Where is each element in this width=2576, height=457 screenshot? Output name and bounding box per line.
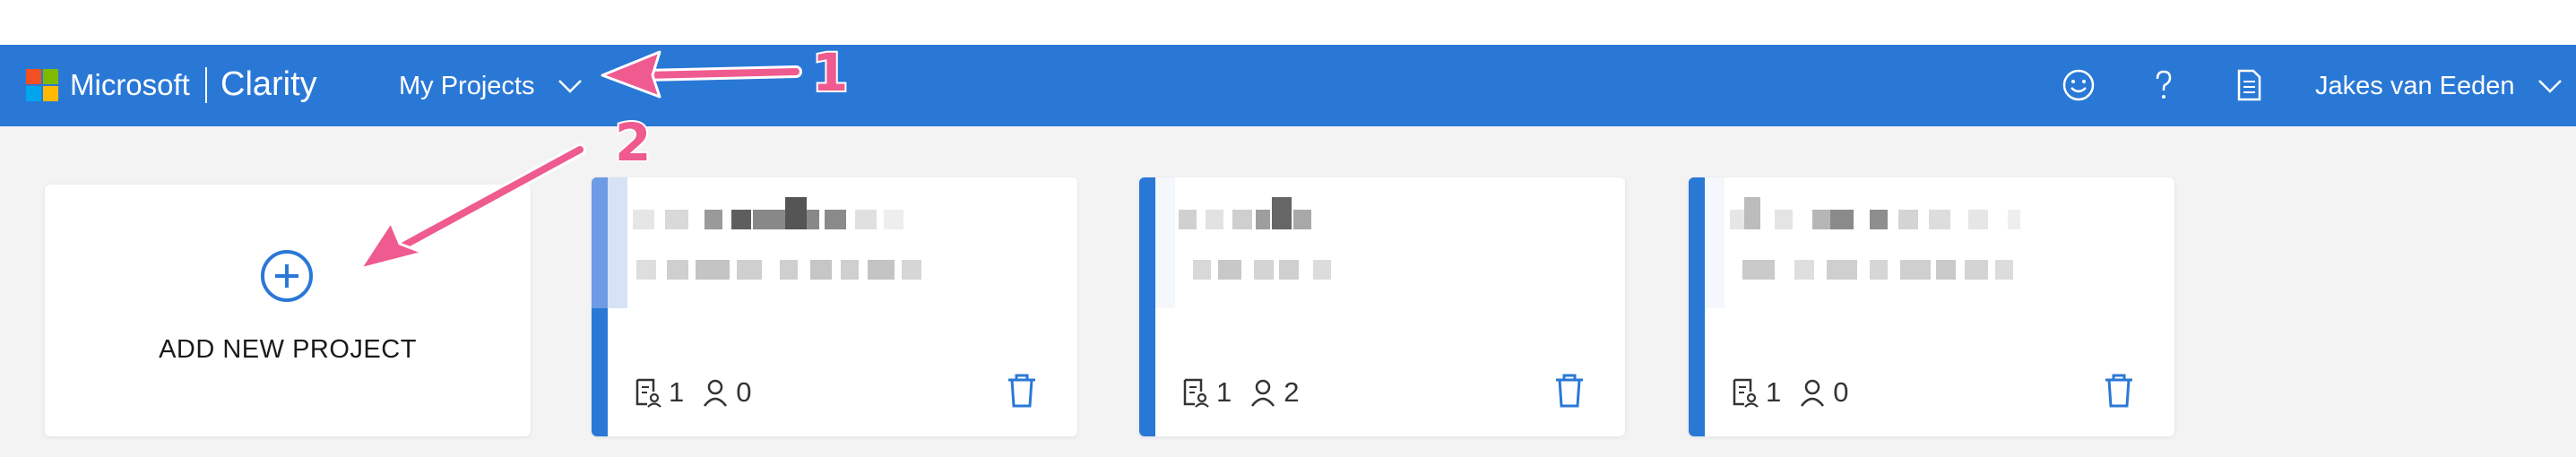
brand-microsoft: Microsoft <box>70 68 190 101</box>
project-card[interactable]: 1 2 <box>1139 177 1625 436</box>
document-icon[interactable] <box>2231 67 2267 103</box>
microsoft-logo-icon <box>26 69 58 101</box>
top-nav-bar: Microsoft Clarity My Projects Jakes van … <box>0 45 2576 126</box>
redacted-name-row <box>633 197 973 229</box>
project-card[interactable]: 1 0 <box>1689 177 2174 436</box>
redacted-url-row <box>636 260 995 280</box>
members-icon <box>1251 379 1275 407</box>
project-name-redacted <box>1175 177 1625 308</box>
recordings-count: 1 <box>1216 376 1232 408</box>
project-stats: 1 2 <box>1182 375 1318 410</box>
redacted-url-row <box>1742 260 2083 280</box>
trash-icon[interactable] <box>1553 373 1586 409</box>
help-icon[interactable] <box>2146 67 2182 103</box>
trash-icon[interactable] <box>2103 373 2135 409</box>
project-stats: 1 0 <box>635 375 770 410</box>
trash-icon[interactable] <box>1006 373 1038 409</box>
redacted-name-row <box>1179 197 1358 229</box>
recordings-icon <box>635 378 661 408</box>
redacted-url-row <box>1193 260 1372 280</box>
add-new-project-card[interactable]: ADD NEW PROJECT <box>45 185 531 436</box>
plus-circle-icon <box>261 250 313 302</box>
members-count: 0 <box>1833 376 1849 408</box>
user-account-menu[interactable]: Jakes van Eeden <box>2315 70 2563 102</box>
chevron-down-icon <box>558 80 583 93</box>
recordings-count: 1 <box>1766 376 1782 408</box>
my-projects-menu[interactable]: My Projects <box>399 70 583 102</box>
project-card[interactable]: 1 0 <box>592 177 1077 436</box>
members-count: 0 <box>736 376 752 408</box>
brand-clarity[interactable]: Clarity <box>220 65 317 104</box>
add-new-project-label: ADD NEW PROJECT <box>159 335 417 364</box>
project-name-redacted <box>1725 177 2174 308</box>
redacted-name-row <box>1730 197 2053 229</box>
feedback-smiley-icon[interactable] <box>2061 67 2096 103</box>
my-projects-label: My Projects <box>399 72 535 100</box>
top-whitespace <box>0 0 2576 45</box>
annotation-label-2: 2 <box>613 112 653 173</box>
brand-divider <box>205 67 207 103</box>
recordings-icon <box>1733 378 1759 408</box>
members-icon <box>704 379 728 407</box>
project-stats: 1 0 <box>1732 375 1867 410</box>
card-accent-highlight <box>592 177 627 308</box>
recordings-count: 1 <box>669 376 685 408</box>
card-accent-highlight <box>1689 177 1725 308</box>
user-name: Jakes van Eeden <box>2315 72 2515 100</box>
annotation-label-1: 1 <box>810 42 850 103</box>
card-accent-highlight <box>1139 177 1175 308</box>
chevron-down-icon <box>2538 80 2563 93</box>
members-icon <box>1801 379 1825 407</box>
members-count: 2 <box>1284 376 1300 408</box>
project-name-redacted <box>627 177 1077 308</box>
recordings-icon <box>1183 378 1209 408</box>
